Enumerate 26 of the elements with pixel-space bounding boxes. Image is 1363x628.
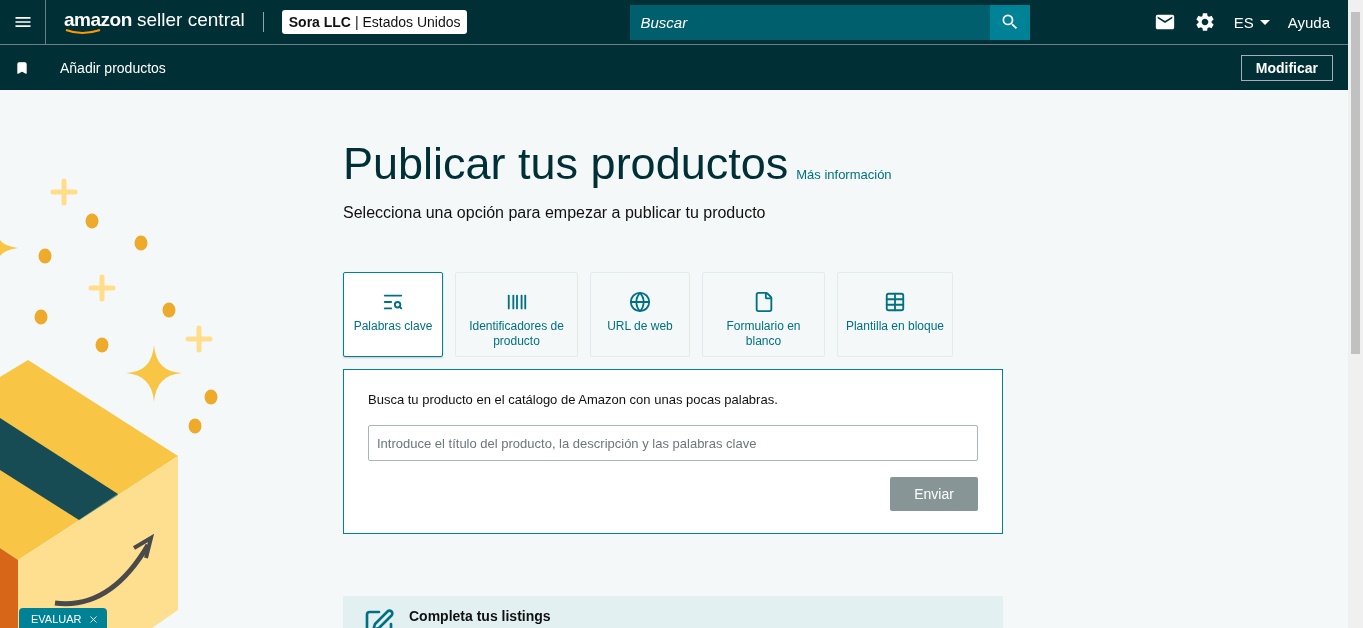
close-icon bbox=[87, 613, 99, 625]
method-tab[interactable]: Formulario en blanco bbox=[702, 272, 825, 357]
page-name: Añadir productos bbox=[60, 59, 166, 76]
page-title: Publicar tus productos bbox=[343, 138, 789, 190]
search-button[interactable] bbox=[990, 4, 1031, 40]
account-switcher[interactable]: Sora LLC | Estados Unidos bbox=[281, 10, 468, 34]
search-field[interactable]: Buscar bbox=[630, 4, 991, 40]
page-subtitle: Selecciona una opción para empezar a publicar tu producto bbox=[343, 204, 767, 222]
more-info-link[interactable]: Más información bbox=[796, 167, 892, 182]
settings-icon[interactable] bbox=[1193, 11, 1216, 33]
method-tab[interactable]: Identificadores de producto bbox=[455, 272, 578, 357]
panel-instruction: Busca tu producto en el catálogo de Amazon con unas pocas palabras. bbox=[368, 392, 779, 407]
bookmark-icon[interactable] bbox=[15, 60, 29, 75]
edit-button[interactable]: Modificar bbox=[1240, 54, 1333, 81]
card-title: Completa tus listings bbox=[409, 608, 551, 624]
product-search-field[interactable]: Introduce el título del producto, la descripción y las palabras clave bbox=[368, 425, 978, 461]
method-tab[interactable]: URL de web bbox=[590, 272, 690, 357]
language-selector[interactable]: ES bbox=[1233, 13, 1270, 31]
method-tab[interactable]: Palabras clave bbox=[343, 272, 443, 357]
help-link[interactable]: Ayuda bbox=[1287, 13, 1330, 31]
feedback-tab[interactable]: EVALUAR bbox=[19, 608, 107, 628]
scrollbar[interactable] bbox=[1348, 0, 1363, 628]
method-tab[interactable]: Plantilla en bloque bbox=[837, 272, 953, 357]
globe-icon bbox=[629, 291, 651, 313]
logo[interactable]: amazon seller central bbox=[64, 9, 245, 35]
table-icon bbox=[884, 291, 906, 313]
